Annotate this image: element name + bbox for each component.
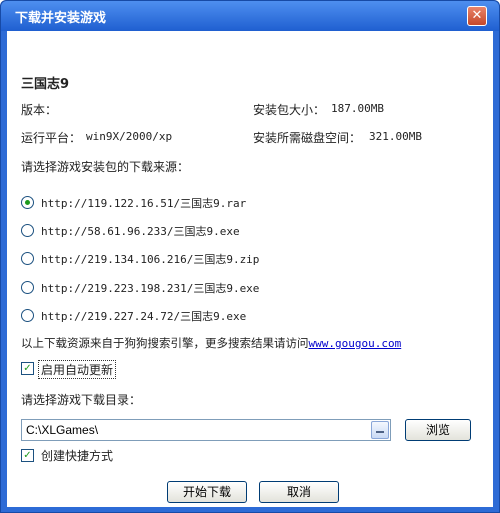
- game-name: 三国志9: [21, 77, 70, 92]
- shortcut-checkbox[interactable]: ✓: [21, 449, 34, 462]
- cancel-button[interactable]: 取消: [259, 481, 339, 503]
- gougou-link[interactable]: www.gougou.com: [309, 337, 402, 350]
- notice-message: 以上下载资源来自于狗狗搜索引擎，更多搜索结果请访问: [21, 336, 309, 350]
- disk-space-label: 安装所需磁盘空间：: [253, 131, 362, 145]
- source-radio-3[interactable]: [21, 252, 34, 265]
- source-url-2[interactable]: http://58.61.96.233/三国志9.exe: [41, 223, 240, 239]
- disk-space-value: 321.00MB: [369, 130, 422, 143]
- source-url-5[interactable]: http://219.227.24.72/三国志9.exe: [41, 308, 246, 324]
- package-size-label: 安装包大小：: [253, 103, 326, 117]
- platform-value: win9X/2000/xp: [86, 130, 173, 143]
- check-mark-icon: ✓: [23, 363, 32, 374]
- source-url-1[interactable]: http://119.122.16.51/三国志9.rar: [41, 195, 246, 211]
- title-bar[interactable]: 下载并安装游戏 ✕: [1, 1, 499, 31]
- source-url-4[interactable]: http://219.223.198.231/三国志9.exe: [41, 280, 259, 296]
- browse-button[interactable]: 浏览: [405, 419, 471, 441]
- auto-update-label[interactable]: 启用自动更新: [38, 360, 117, 379]
- auto-update-checkbox[interactable]: ✓: [21, 362, 34, 375]
- dialog-content: 三国志9 版本： 安装包大小： 187.00MB 运行平台： win9X/200…: [7, 31, 493, 477]
- close-icon: ✕: [471, 8, 483, 23]
- version-label: 版本：: [21, 103, 58, 117]
- check-mark-icon: ✓: [23, 450, 32, 461]
- close-button[interactable]: ✕: [467, 6, 487, 26]
- dialog-footer: 开始下载 取消: [7, 477, 493, 507]
- dialog-window: 下载并安装游戏 ✕ 三国志9 版本： 安装包大小： 187.00MB 运行平台：…: [0, 0, 500, 513]
- notice-text: 以上下载资源来自于狗狗搜索引擎，更多搜索结果请访问www.gougou.com: [21, 335, 401, 351]
- source-radio-2[interactable]: [21, 224, 34, 237]
- source-prompt: 请选择游戏安装包的下载来源：: [21, 160, 190, 174]
- package-size-value: 187.00MB: [331, 102, 384, 115]
- source-radio-4[interactable]: [21, 281, 34, 294]
- source-url-3[interactable]: http://219.134.106.216/三国志9.zip: [41, 251, 259, 267]
- shortcut-label[interactable]: 创建快捷方式: [41, 447, 113, 464]
- start-download-button[interactable]: 开始下载: [167, 481, 247, 503]
- directory-dropdown-button[interactable]: [371, 421, 389, 439]
- window-title: 下载并安装游戏: [15, 11, 107, 26]
- platform-label: 运行平台：: [21, 131, 82, 145]
- directory-input[interactable]: [21, 419, 391, 441]
- directory-prompt: 请选择游戏下载目录：: [21, 393, 142, 407]
- source-radio-1[interactable]: [21, 196, 34, 209]
- source-radio-5[interactable]: [21, 309, 34, 322]
